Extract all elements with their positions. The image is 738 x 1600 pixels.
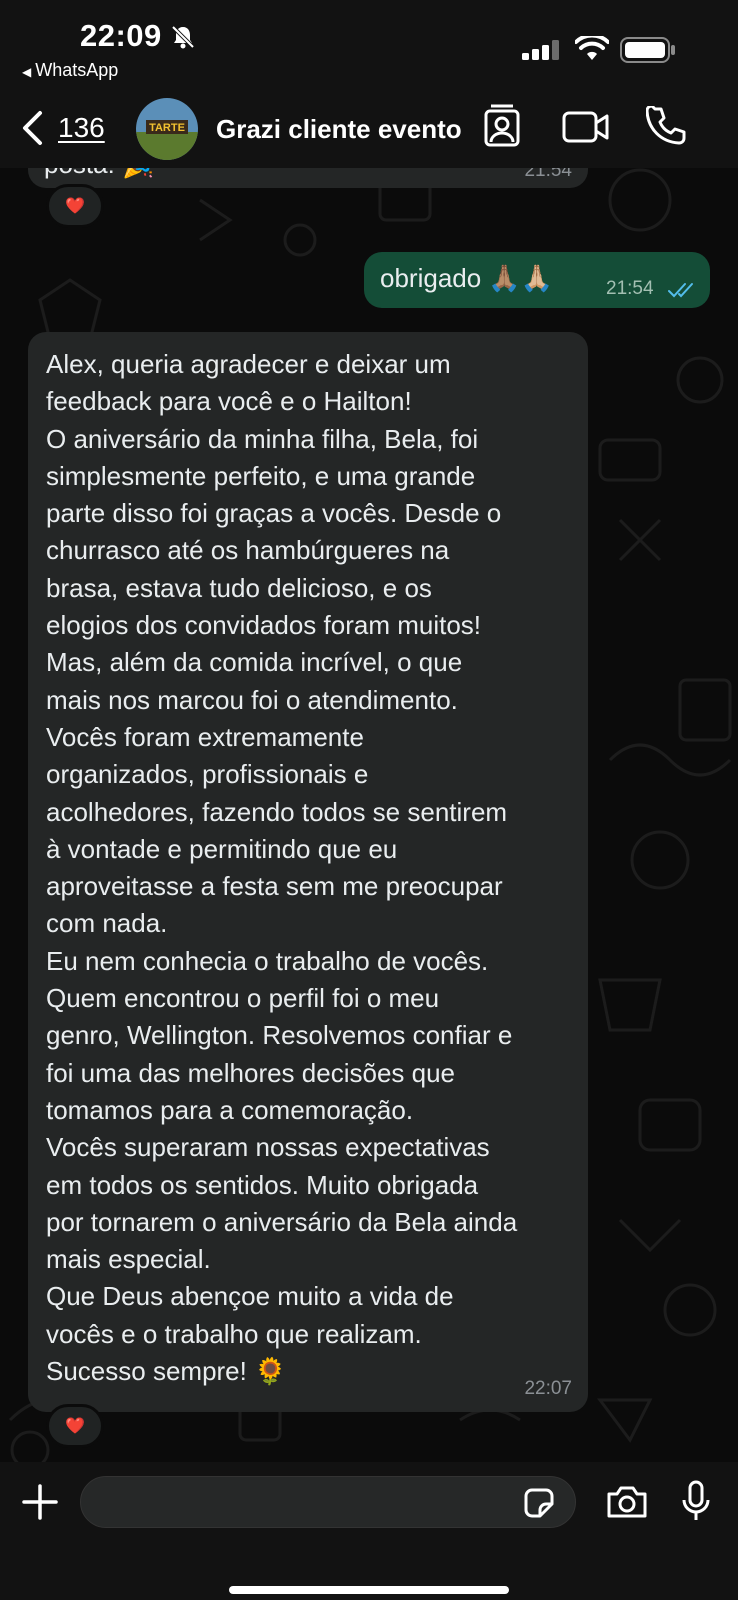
message-reaction[interactable]: ❤️ xyxy=(46,1404,104,1448)
message-time: 21:54 xyxy=(606,278,654,299)
avatar-image: TARTE xyxy=(136,98,198,160)
avatar-logo-text: TARTE xyxy=(149,122,185,134)
message-bubble-outgoing[interactable]: obrigado 🙏🏽🙏🏼 21:54 xyxy=(364,252,710,308)
wifi-icon xyxy=(575,36,609,60)
status-bar: 22:09 ◀ WhatsApp xyxy=(0,0,738,90)
message-time: 22:07 xyxy=(524,1378,572,1399)
voice-call-icon[interactable] xyxy=(646,106,686,146)
chat-header: 136 TARTE Grazi cliente evento xyxy=(0,90,738,168)
cellular-signal-icon xyxy=(522,40,559,60)
contact-name[interactable]: Grazi cliente evento xyxy=(216,114,462,145)
message-text: Alex, queria agradecer e deixar um feedb… xyxy=(46,349,518,1387)
battery-icon xyxy=(620,37,675,63)
contact-card-icon[interactable] xyxy=(482,104,522,148)
camera-icon[interactable] xyxy=(606,1484,648,1520)
sticker-icon[interactable] xyxy=(522,1486,556,1520)
chevron-left-icon xyxy=(23,111,42,145)
back-button[interactable]: 136 xyxy=(20,110,105,146)
bell-off-icon xyxy=(171,25,195,49)
status-time: 22:09 xyxy=(80,18,162,53)
message-text: obrigado 🙏🏽🙏🏼 xyxy=(380,263,554,293)
home-indicator[interactable] xyxy=(229,1586,509,1594)
double-check-read-icon xyxy=(668,283,693,298)
back-app-label: WhatsApp xyxy=(35,60,119,80)
message-input[interactable] xyxy=(80,1476,576,1528)
whatsapp-chat-screen: 22:09 ◀ WhatsApp 136 TARTE Grazi cliente… xyxy=(0,0,738,1600)
video-call-icon[interactable] xyxy=(562,110,610,144)
contact-avatar[interactable]: TARTE xyxy=(136,98,198,160)
message-bubble-incoming[interactable]: Alex, queria agradecer e deixar um feedb… xyxy=(28,332,588,1412)
plus-icon[interactable] xyxy=(22,1484,58,1520)
back-triangle-icon: ◀ xyxy=(22,65,32,79)
message-reaction[interactable]: ❤️ xyxy=(46,184,104,228)
unread-count: 136 xyxy=(58,112,105,143)
back-to-app-link[interactable]: ◀ WhatsApp xyxy=(22,60,118,81)
microphone-icon[interactable] xyxy=(680,1480,712,1524)
message-input-bar xyxy=(0,1462,738,1600)
